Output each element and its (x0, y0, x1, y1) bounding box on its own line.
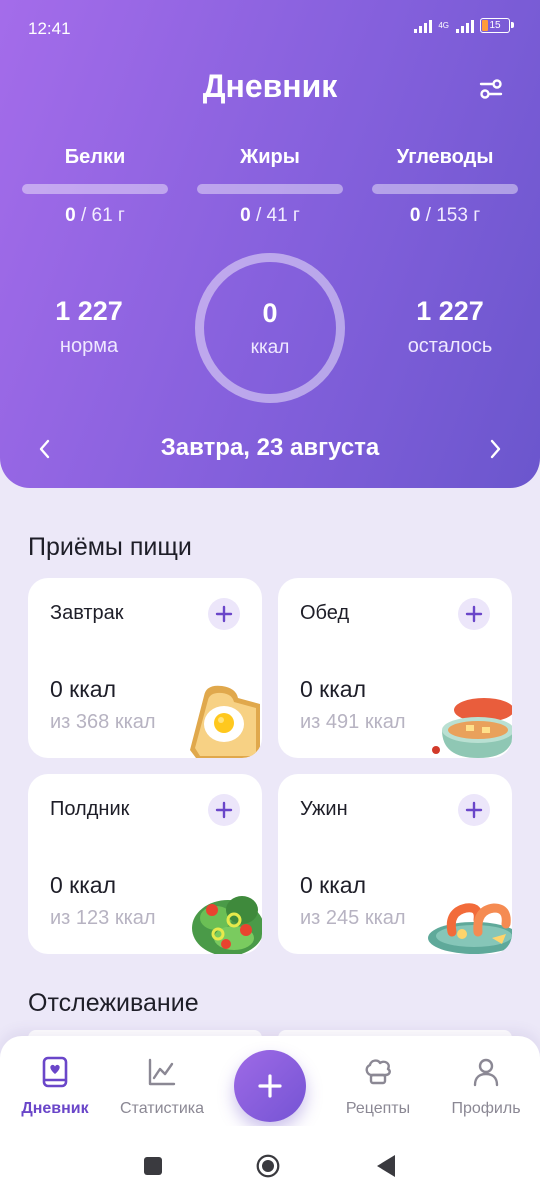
macro-fat: Жиры 0 / 41 г (197, 146, 343, 227)
macro-target: / 41 г (250, 205, 300, 226)
meal-kcal: 0 ккал (50, 676, 117, 702)
plus-icon (258, 1074, 282, 1098)
plus-icon (215, 801, 233, 819)
nav-recipes[interactable]: Рецепты (323, 1054, 433, 1118)
status-time: 12:41 (28, 19, 71, 38)
diary-book-icon (42, 1056, 68, 1088)
left-value: 1 227 (416, 296, 484, 326)
left-label: осталось (407, 335, 493, 357)
macro-value: 0 (240, 205, 251, 226)
meal-name: Обед (300, 602, 350, 624)
chevron-right-icon (490, 439, 501, 459)
tracking-section-title: Отслеживание (28, 989, 199, 1017)
nav-statistics[interactable]: Статистика (107, 1054, 217, 1118)
battery-level: 15 (489, 20, 501, 31)
soup-pot-icon (432, 698, 512, 758)
recents-button[interactable] (141, 1154, 165, 1178)
sliders-icon (479, 79, 503, 99)
next-day-button[interactable] (478, 432, 512, 466)
previous-day-button[interactable] (28, 432, 62, 466)
signal-icon-2 (456, 19, 474, 33)
add-snack-button[interactable] (208, 794, 240, 826)
signal-icon (414, 19, 433, 33)
nav-label: Дневник (21, 1100, 89, 1117)
meal-kcal-target: из 245 ккал (300, 907, 406, 929)
page-title: Дневник (202, 68, 338, 104)
meal-kcal-target: из 491 ккал (300, 711, 406, 733)
chef-hat-icon (365, 1059, 391, 1085)
settings-button[interactable] (472, 70, 510, 108)
calorie-left: 1 227 осталось (375, 296, 525, 358)
eaten-value: 0 (262, 297, 278, 328)
add-food-fab[interactable] (234, 1050, 306, 1122)
macro-target: / 61 г (75, 205, 125, 226)
home-button[interactable] (256, 1154, 280, 1178)
add-dinner-button[interactable] (458, 794, 490, 826)
salad-icon (192, 896, 262, 954)
meal-kcal-target: из 123 ккал (50, 907, 156, 929)
chevron-left-icon (39, 439, 50, 459)
plus-icon (465, 801, 483, 819)
meal-card-snack[interactable]: Полдник 0 ккал из 123 ккал (28, 774, 262, 954)
battery-icon: 15 (480, 18, 514, 33)
macro-progress-bar (22, 184, 168, 194)
date-selector: Завтра, 23 августа (0, 430, 540, 466)
plus-icon (465, 605, 483, 623)
nav-label: Статистика (119, 1100, 205, 1117)
norm-value: 1 227 (55, 296, 123, 326)
status-bar: 12:41 4G 15 (0, 0, 540, 58)
calorie-norm: 1 227 норма (14, 296, 164, 358)
nav-label: Профиль (451, 1100, 521, 1117)
meal-name: Полдник (50, 798, 130, 820)
macro-name: Углеводы (396, 146, 494, 168)
diary-header: 12:41 4G 15 Дневник Белки 0 / 61 г Жиры (0, 0, 540, 488)
macro-protein: Белки 0 / 61 г (22, 146, 168, 227)
nav-label: Рецепты (345, 1100, 411, 1117)
meal-kcal-target: из 368 ккал (50, 711, 156, 733)
macro-value: 0 (65, 205, 76, 226)
meal-card-breakfast[interactable]: Завтрак 0 ккал из 368 ккал (28, 578, 262, 758)
system-navigation-bar (0, 1126, 540, 1200)
status-icons: 4G 15 (414, 18, 514, 33)
meal-kcal: 0 ккал (300, 872, 367, 898)
add-breakfast-button[interactable] (208, 598, 240, 630)
calorie-ring: 0 ккал (195, 253, 345, 403)
meal-card-dinner[interactable]: Ужин 0 ккал из 245 ккал (278, 774, 512, 954)
macro-target: / 153 г (420, 205, 481, 226)
meal-kcal: 0 ккал (50, 872, 117, 898)
macro-progress-bar (197, 184, 343, 194)
meals-section-title: Приёмы пищи (28, 533, 192, 561)
home-circle-icon (256, 1154, 280, 1178)
back-button[interactable] (374, 1154, 398, 1178)
macro-carbs: Углеводы 0 / 153 г (372, 146, 518, 227)
square-icon (144, 1157, 162, 1175)
add-lunch-button[interactable] (458, 598, 490, 630)
meal-kcal: 0 ккал (300, 676, 367, 702)
toast-egg-icon (190, 685, 260, 758)
user-icon (473, 1058, 499, 1087)
macro-value: 0 (409, 205, 421, 226)
chart-icon (148, 1058, 176, 1086)
plus-icon (215, 605, 233, 623)
network-type: 4G (438, 20, 449, 30)
nav-profile[interactable]: Профиль (431, 1054, 540, 1118)
meal-name: Завтрак (50, 602, 124, 624)
macro-progress-bar (372, 184, 518, 194)
macro-name: Жиры (240, 146, 300, 168)
current-date[interactable]: Завтра, 23 августа (0, 434, 540, 462)
meal-name: Ужин (300, 798, 348, 820)
nav-diary[interactable]: Дневник (0, 1054, 110, 1118)
shrimp-plate-icon (428, 903, 512, 954)
macro-name: Белки (64, 146, 126, 168)
back-triangle-icon (377, 1155, 395, 1177)
eaten-label: ккал (250, 336, 290, 358)
norm-label: норма (59, 335, 119, 357)
meal-card-lunch[interactable]: Обед 0 ккал из 491 ккал (278, 578, 512, 758)
